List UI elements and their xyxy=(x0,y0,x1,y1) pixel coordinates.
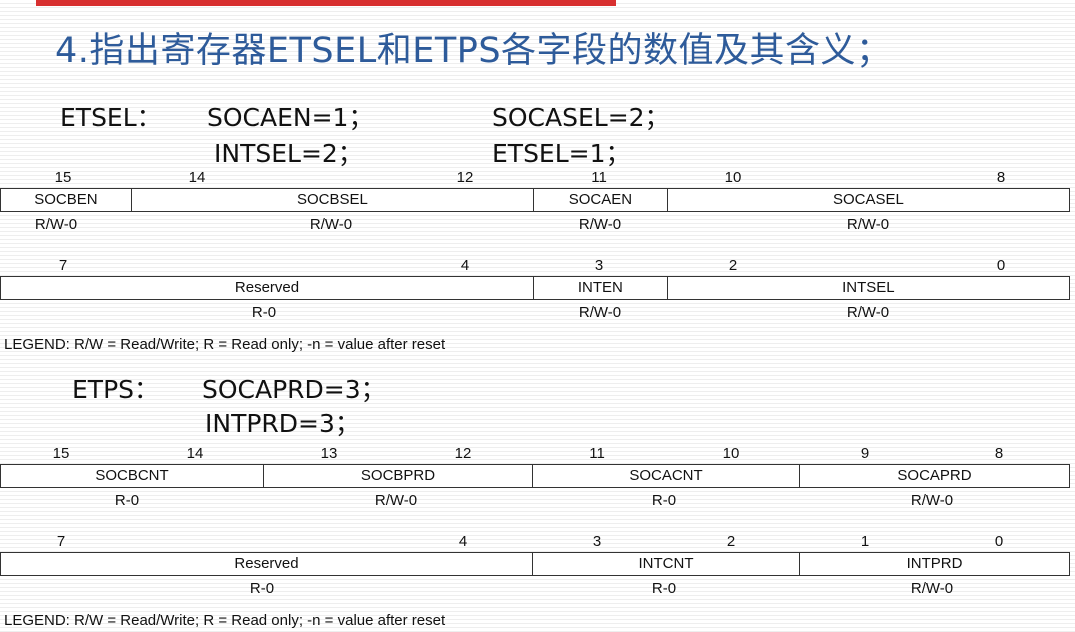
bit-number: 15 xyxy=(54,169,72,186)
etps-legend: LEGEND: R/W = Read/Write; R = Read only;… xyxy=(4,612,446,629)
etps-value-socaprd: SOCAPRD=3； xyxy=(202,375,386,404)
access-row: R-0 R/W-0 R/W-0 xyxy=(0,300,1070,326)
field-intcnt: INTCNT xyxy=(532,553,799,575)
field-socbcnt: SOCBCNT xyxy=(95,467,169,484)
bit-number: 15 xyxy=(52,445,70,462)
bit-number: 11 xyxy=(591,169,607,186)
bit-number: 14 xyxy=(188,169,206,186)
bit-number: 9 xyxy=(860,445,870,462)
field-intsel: INTSEL xyxy=(666,277,1069,299)
access-value: R/W-0 xyxy=(34,216,78,233)
page-title: 4.指出寄存器ETSEL和ETPS各字段的数值及其含义； xyxy=(55,31,892,71)
access-value: R/W-0 xyxy=(846,216,890,233)
access-value: R-0 xyxy=(114,492,140,509)
field-row: Reserved INTCNT INTPRD xyxy=(0,552,1070,576)
bit-number: 7 xyxy=(58,257,68,274)
field-socacnt: SOCACNT xyxy=(532,465,799,487)
bit-number: 0 xyxy=(996,257,1006,274)
field-socbsel: SOCBSEL xyxy=(130,189,533,211)
bit-number: 4 xyxy=(460,257,470,274)
field-reserved: Reserved xyxy=(234,279,300,296)
etps-register-low: 7 4 3 2 1 0 Reserved INTCNT INTPRD R-0 R… xyxy=(0,530,1070,602)
access-value: R-0 xyxy=(251,304,277,321)
field-socben: SOCBEN xyxy=(34,191,98,208)
access-row: R/W-0 R/W-0 R/W-0 R/W-0 xyxy=(0,212,1070,238)
bit-number-row: 7 4 3 2 1 0 xyxy=(0,530,1070,552)
etps-register-high: 15 14 13 12 11 10 9 8 SOCBCNT SOCBPRD SO… xyxy=(0,442,1070,514)
etsel-value-etsel: ETSEL=1； xyxy=(492,139,631,168)
bit-number: 0 xyxy=(994,533,1004,550)
field-socasel: SOCASEL xyxy=(666,189,1069,211)
etsel-register-low: 7 4 3 2 0 Reserved INTEN INTSEL R-0 R/W-… xyxy=(0,254,1070,326)
bit-number: 14 xyxy=(186,445,204,462)
access-value: R/W-0 xyxy=(578,304,622,321)
etsel-value-socaen: SOCAEN=1； xyxy=(207,103,374,132)
bit-number: 4 xyxy=(458,533,468,550)
access-row: R-0 R/W-0 R-0 R/W-0 xyxy=(0,488,1070,514)
field-socbprd: SOCBPRD xyxy=(263,465,532,487)
access-row: R-0 R-0 R/W-0 xyxy=(0,576,1070,602)
bit-number: 3 xyxy=(594,257,604,274)
field-intprd: INTPRD xyxy=(799,553,1069,575)
access-value: R/W-0 xyxy=(374,492,418,509)
field-reserved: Reserved xyxy=(234,555,299,572)
access-value: R/W-0 xyxy=(910,580,954,597)
bit-number: 2 xyxy=(726,533,736,550)
etsel-register-high: 15 14 12 11 10 8 SOCBEN SOCBSEL SOCAEN S… xyxy=(0,166,1070,238)
etsel-legend: LEGEND: R/W = Read/Write; R = Read only;… xyxy=(4,336,446,353)
bit-number: 11 xyxy=(589,445,605,462)
field-row: SOCBEN SOCBSEL SOCAEN SOCASEL xyxy=(0,188,1070,212)
etps-value-intprd: INTPRD=3； xyxy=(205,409,360,438)
bit-number: 1 xyxy=(860,533,870,550)
etsel-label: ETSEL： xyxy=(60,103,162,132)
access-value: R/W-0 xyxy=(846,304,890,321)
bit-number: 2 xyxy=(728,257,738,274)
bit-number: 13 xyxy=(320,445,338,462)
bit-number: 8 xyxy=(994,445,1004,462)
access-value: R-0 xyxy=(651,492,677,509)
bit-number: 8 xyxy=(996,169,1006,186)
etsel-value-intsel: INTSEL=2； xyxy=(214,139,363,168)
bit-number-row: 7 4 3 2 0 xyxy=(0,254,1070,276)
access-value: R-0 xyxy=(249,580,275,597)
bit-number-row: 15 14 12 11 10 8 xyxy=(0,166,1070,188)
field-row: SOCBCNT SOCBPRD SOCACNT SOCAPRD xyxy=(0,464,1070,488)
access-value: R/W-0 xyxy=(309,216,353,233)
bit-number: 10 xyxy=(722,445,740,462)
bit-number: 3 xyxy=(592,533,602,550)
access-value: R-0 xyxy=(651,580,677,597)
field-socaprd: SOCAPRD xyxy=(799,465,1069,487)
access-value: R/W-0 xyxy=(910,492,954,509)
bit-number: 7 xyxy=(56,533,66,550)
access-value: R/W-0 xyxy=(578,216,622,233)
bit-number: 10 xyxy=(724,169,742,186)
field-inten: INTEN xyxy=(533,277,667,299)
bit-number: 12 xyxy=(454,445,472,462)
bit-number-row: 15 14 13 12 11 10 9 8 xyxy=(0,442,1070,464)
etps-label: ETPS： xyxy=(72,375,160,404)
etsel-value-socasel: SOCASEL=2； xyxy=(492,103,670,132)
bit-number: 12 xyxy=(456,169,474,186)
field-socaen: SOCAEN xyxy=(533,189,667,211)
field-row: Reserved INTEN INTSEL xyxy=(0,276,1070,300)
title-accent-bar xyxy=(36,0,616,6)
